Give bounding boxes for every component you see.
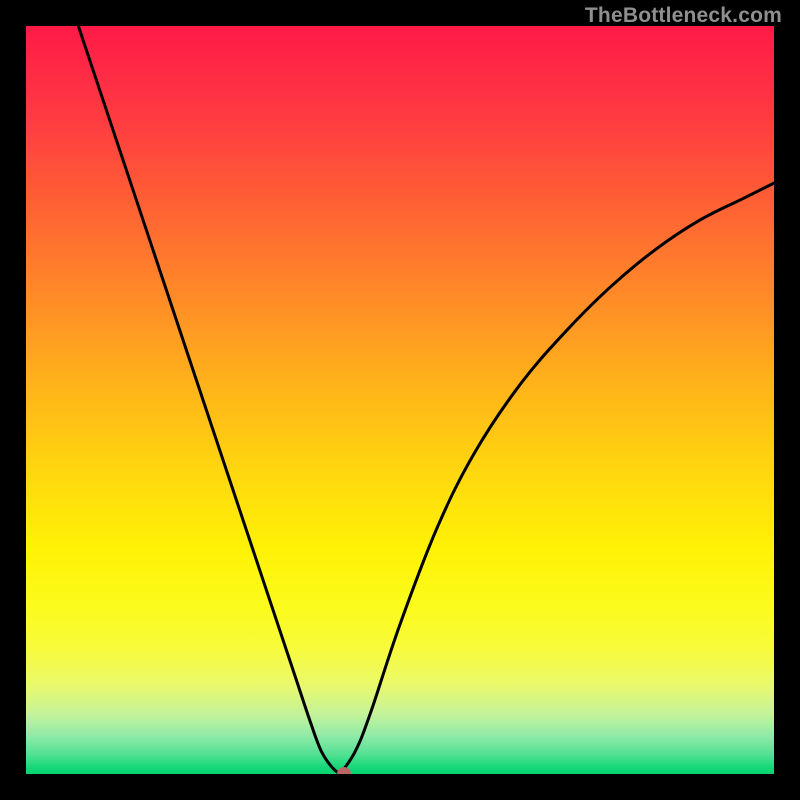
bottleneck-curve <box>26 26 774 774</box>
optimum-point-marker <box>337 767 351 774</box>
chart-frame: TheBottleneck.com <box>0 0 800 800</box>
curve-left-branch <box>78 26 340 774</box>
watermark-text: TheBottleneck.com <box>585 4 782 28</box>
curve-right-branch <box>340 183 774 774</box>
plot-area <box>26 26 774 774</box>
